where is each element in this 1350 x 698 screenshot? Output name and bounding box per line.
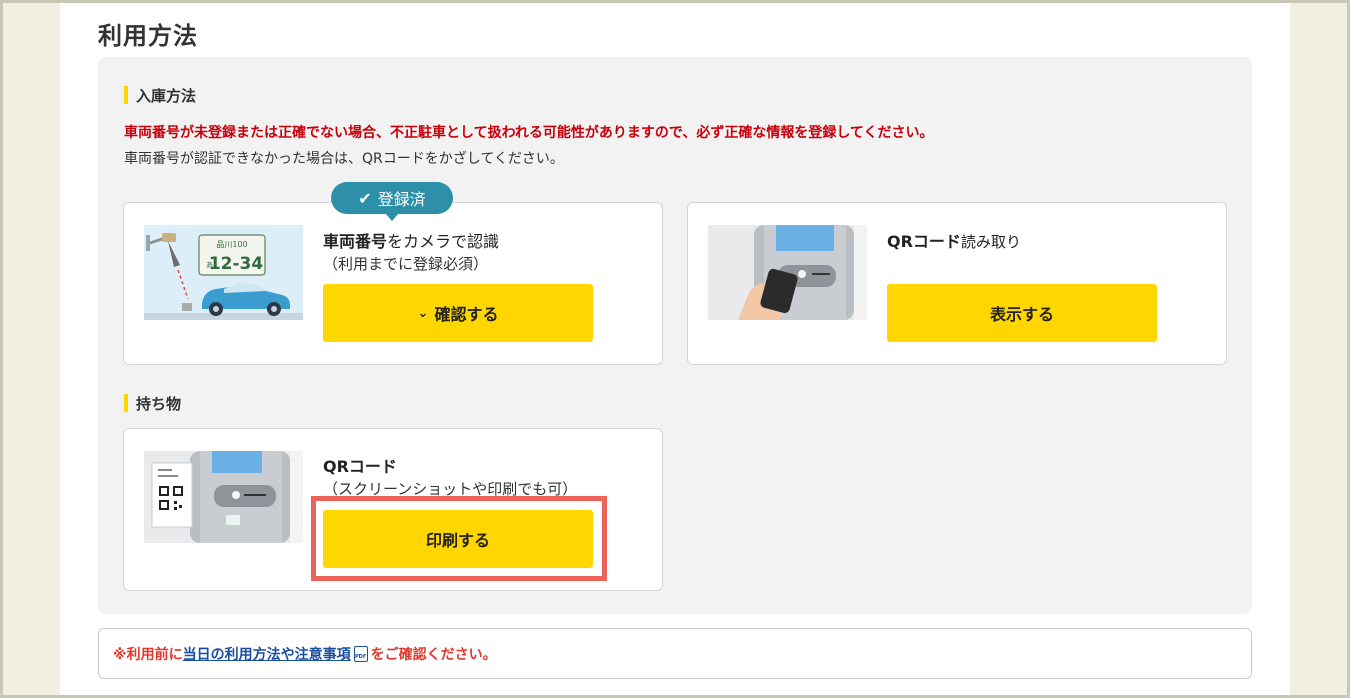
chevron-down-icon: ⌄ (417, 305, 429, 321)
footer-prefix: ※利用前に (113, 646, 183, 663)
plate-number-text: 12-34 (209, 254, 264, 274)
plate-card-title-bold: 車両番号 (323, 232, 388, 251)
qr-reader-illustration (708, 225, 867, 320)
section-heading-belongings: 持ち物 (124, 393, 181, 414)
plate-card-title-rest: をカメラで認識 (387, 232, 500, 251)
footer-notice: ※利用前に 当日の利用方法や注意事項 をご確認ください。 (98, 628, 1252, 679)
belongings-card-title: QRコード (323, 457, 397, 476)
qr-card-title-rest: 読み取り (960, 233, 1021, 251)
qr-print-illustration (144, 451, 303, 543)
footer-suffix: をご確認ください。 (370, 646, 497, 663)
confirm-button-label: 確認する (434, 305, 499, 324)
show-qr-button[interactable]: 表示する (887, 284, 1157, 342)
registered-badge: ✔ 登録済 (331, 182, 453, 221)
confirm-button[interactable]: ⌄ 確認する (323, 284, 593, 342)
plate-camera-illustration: 品川100 あ 12-34 (144, 225, 303, 320)
plate-card-subtitle: （利用までに登録必須） (323, 255, 489, 273)
qr-note-text: 車両番号が認証できなかった場合は、QRコードをかざしてください。 (124, 151, 564, 167)
qr-card-title-bold: QRコード (887, 232, 961, 251)
warning-text: 車両番号が未登録または正確でない場合、不正駐車として扱われる可能性がありますので… (124, 125, 934, 141)
registered-badge-label: 登録済 (377, 190, 426, 209)
plate-card-title: 車両番号をカメラで認識 (323, 228, 499, 252)
page-title: 利用方法 (98, 22, 198, 50)
plate-top-text: 品川100 (216, 240, 247, 249)
check-icon: ✔ (358, 188, 372, 208)
pdf-icon (353, 645, 368, 662)
section-heading-entry: 入庫方法 (124, 85, 196, 106)
usage-notes-link[interactable]: 当日の利用方法や注意事項 (183, 644, 351, 664)
qr-card-title: QRコード読み取り (887, 228, 1021, 252)
print-button-highlight (311, 496, 607, 581)
